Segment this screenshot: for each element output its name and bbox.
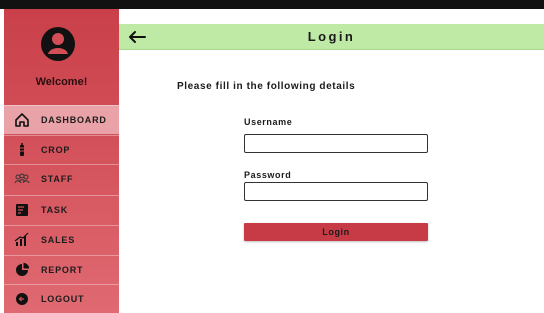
sidebar-item-label: CROP xyxy=(41,145,71,155)
sidebar-item-label: DASHBOARD xyxy=(41,115,107,125)
sidebar-item-label: LOGOUT xyxy=(41,294,85,304)
task-icon xyxy=(13,201,31,219)
sidebar-item-logout[interactable]: LOGOUT xyxy=(4,284,119,313)
sidebar-item-dashboard[interactable]: DASHBOARD xyxy=(4,105,119,134)
sales-icon xyxy=(13,231,31,249)
password-field[interactable] xyxy=(244,182,428,201)
sidebar-item-label: REPORT xyxy=(41,265,84,275)
sidebar-item-report[interactable]: REPORT xyxy=(4,255,119,284)
sidebar-item-label: SALES xyxy=(41,235,76,245)
username-label: Username xyxy=(244,117,293,127)
sidebar-item-label: STAFF xyxy=(41,174,74,184)
logout-icon xyxy=(13,290,31,308)
user-avatar-icon xyxy=(41,27,75,61)
sidebar-item-crop[interactable]: CROP xyxy=(4,135,119,164)
top-bar xyxy=(0,0,544,9)
sidebar-item-task[interactable]: TASK xyxy=(4,195,119,224)
report-icon xyxy=(13,261,31,279)
welcome-text: Welcome! xyxy=(35,76,88,88)
profile-section: Welcome! xyxy=(4,9,119,104)
page-header: Login xyxy=(119,24,544,50)
username-field[interactable] xyxy=(244,134,428,153)
sidebar-item-label: TASK xyxy=(41,205,69,215)
form-instructions: Please fill in the following details xyxy=(177,81,356,92)
staff-icon xyxy=(13,170,31,188)
sidebar-item-sales[interactable]: SALES xyxy=(4,225,119,254)
sidebar: Welcome! DASHBOARD CROP STAFF TASK SALES xyxy=(4,9,119,313)
home-icon xyxy=(13,111,31,129)
login-button[interactable]: Login xyxy=(244,223,428,241)
password-label: Password xyxy=(244,170,292,180)
crop-icon xyxy=(13,141,31,159)
page-title: Login xyxy=(307,29,356,44)
sidebar-item-staff[interactable]: STAFF xyxy=(4,164,119,193)
